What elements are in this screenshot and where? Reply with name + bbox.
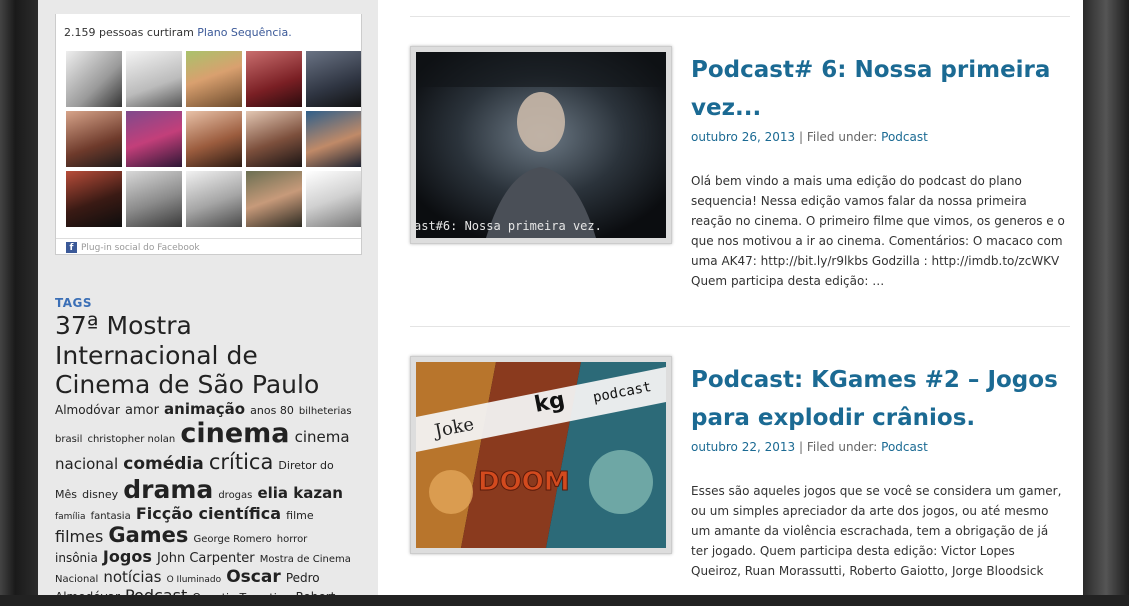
tag-link[interactable]: comédia	[123, 454, 203, 474]
fan-avatar[interactable]	[186, 171, 242, 227]
tag-link[interactable]: anos 80	[250, 404, 294, 417]
post-divider	[410, 16, 1070, 17]
tag-link[interactable]: família	[55, 512, 85, 522]
fan-avatar[interactable]	[186, 51, 242, 107]
tag-link[interactable]: animação	[164, 400, 245, 418]
post-meta: outubro 22, 2013 | Filed under: Podcast	[691, 440, 928, 454]
tag-link[interactable]: drama	[123, 475, 213, 504]
tag-link[interactable]: Ficção científica	[136, 504, 281, 523]
tag-link[interactable]: disney	[82, 488, 118, 501]
podcast-6-thumbnail-image: ast#6: Nossa primeira vez.	[416, 52, 666, 238]
thumbnail-caption: ast#6: Nossa primeira vez.	[416, 219, 602, 233]
tag-link[interactable]: Almodóvar	[55, 403, 120, 417]
filed-under-label: | Filed under:	[798, 440, 878, 454]
fan-avatar[interactable]	[66, 51, 122, 107]
fan-avatar[interactable]	[126, 111, 182, 167]
facebook-likes-count: 2.159 pessoas curtiram Plano Sequência.	[64, 26, 292, 39]
fan-avatar[interactable]	[186, 111, 242, 167]
tag-link[interactable]: Games	[108, 523, 188, 547]
post-thumbnail[interactable]: Joke kg podcast DOOM	[410, 356, 672, 554]
post-excerpt: Esses são aqueles jogos que se você se c…	[691, 484, 1062, 578]
tag-link[interactable]: Oscar	[226, 567, 281, 587]
facebook-like-box: 2.159 pessoas curtiram Plano Sequência. …	[55, 14, 362, 255]
tag-link[interactable]: drogas	[218, 490, 252, 501]
tag-link[interactable]: O Iluminado	[167, 575, 222, 585]
post-excerpt: Olá bem vindo a mais uma edição do podca…	[691, 174, 1065, 288]
tag-link[interactable]: cinema	[180, 418, 289, 449]
fan-avatar[interactable]	[246, 111, 302, 167]
fan-avatar[interactable]	[306, 171, 361, 227]
tag-link[interactable]: notícias	[103, 568, 161, 586]
tag-link[interactable]: George Romero	[194, 534, 272, 545]
tag-link[interactable]: 37ª Mostra Internacional de Cinema de Sã…	[55, 311, 319, 399]
facebook-likes-text: 2.159 pessoas curtiram	[64, 26, 194, 39]
facebook-page-link[interactable]: Plano Sequência.	[197, 26, 291, 39]
fan-avatar[interactable]	[306, 111, 361, 167]
post-divider	[410, 326, 1070, 327]
thumbnail-text-doom: DOOM	[478, 467, 570, 497]
tag-link[interactable]: amor	[125, 403, 159, 418]
post-meta: outubro 26, 2013 | Filed under: Podcast	[691, 130, 928, 144]
tag-link[interactable]: crítica	[209, 450, 274, 474]
fan-avatar[interactable]	[66, 171, 122, 227]
tag-link[interactable]: christopher nolan	[87, 434, 175, 445]
kgames-thumbnail-image: Joke kg podcast DOOM	[416, 362, 666, 548]
fan-avatar[interactable]	[246, 51, 302, 107]
fan-avatar[interactable]	[306, 51, 361, 107]
post-category-link[interactable]: Podcast	[881, 440, 928, 454]
tag-link[interactable]: insônia	[55, 551, 98, 565]
fan-avatar[interactable]	[126, 51, 182, 107]
filed-under-label: | Filed under:	[798, 130, 878, 144]
tag-link[interactable]: Robert	[296, 590, 336, 604]
facebook-icon: f	[66, 242, 77, 253]
tags-heading: TAGS	[55, 296, 93, 310]
background-left	[0, 0, 38, 595]
tag-link[interactable]: Jogos	[103, 547, 152, 566]
tag-link[interactable]: elia kazan	[257, 484, 342, 502]
tag-link[interactable]: bilheterias	[299, 406, 352, 417]
tag-link[interactable]: fantasia	[91, 511, 131, 522]
post-thumbnail[interactable]: ast#6: Nossa primeira vez.	[410, 46, 672, 244]
tag-link[interactable]: brasil	[55, 434, 82, 445]
post-title-link[interactable]: Podcast: KGames #2 – Jogos para explodir…	[691, 361, 1061, 437]
tag-link[interactable]: Podcast	[125, 586, 187, 605]
facebook-plugin-label: Plug-in social do Facebook	[81, 243, 200, 253]
tag-link[interactable]: John Carpenter	[157, 551, 255, 566]
tag-link[interactable]: Quentin Tarantino	[192, 591, 290, 604]
tag-link[interactable]: filme	[286, 509, 313, 522]
post-title-link[interactable]: Podcast# 6: Nossa primeira vez...	[691, 51, 1061, 127]
fan-avatar[interactable]	[246, 171, 302, 227]
post-category-link[interactable]: Podcast	[881, 130, 928, 144]
tag-cloud: 37ª Mostra Internacional de Cinema de Sã…	[55, 311, 355, 606]
background-right	[1083, 0, 1129, 595]
tag-link[interactable]: filmes	[55, 527, 103, 546]
facebook-social-plugin-footer[interactable]: f Plug-in social do Facebook	[56, 238, 361, 254]
post-date-link[interactable]: outubro 26, 2013	[691, 130, 795, 144]
tag-link[interactable]: horror	[277, 534, 308, 545]
fan-avatar[interactable]	[126, 171, 182, 227]
post-date-link[interactable]: outubro 22, 2013	[691, 440, 795, 454]
fan-avatar[interactable]	[66, 111, 122, 167]
